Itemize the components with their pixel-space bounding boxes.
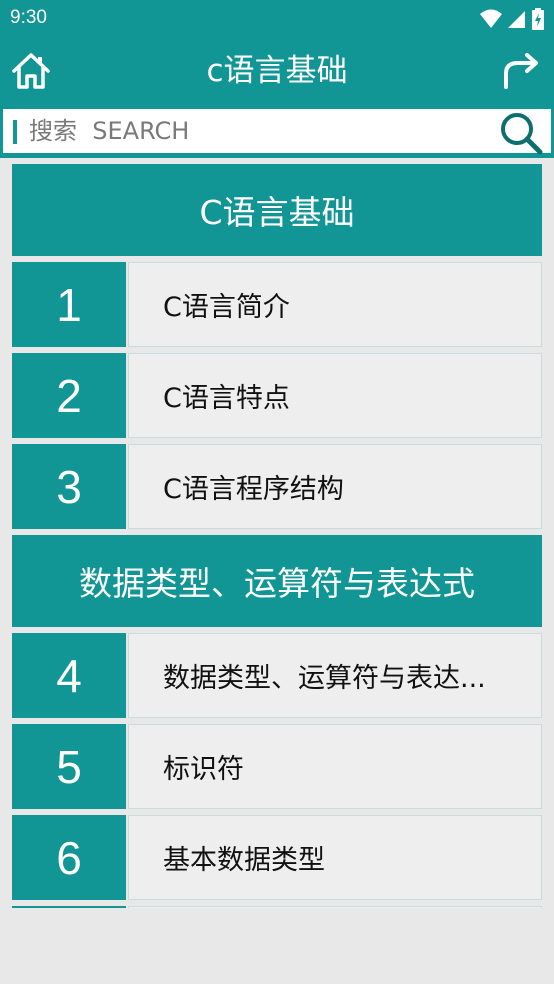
item-number-partial (12, 906, 126, 908)
list-item[interactable]: 4 数据类型、运算符与表达... (12, 633, 542, 718)
battery-icon (532, 8, 544, 30)
item-title-partial (128, 906, 542, 908)
status-time: 9:30 (10, 7, 47, 28)
search-bar (0, 104, 554, 158)
item-title: 基本数据类型 (128, 815, 542, 900)
section-header: 数据类型、运算符与表达式 (12, 535, 542, 627)
status-icons (480, 8, 544, 30)
search-button[interactable] (499, 111, 543, 155)
search-icon (501, 113, 543, 155)
item-title-text: C语言程序结构 (163, 474, 344, 505)
status-bar: 9:30 (0, 0, 554, 38)
item-title: 数据类型、运算符与表达... (128, 633, 542, 718)
item-title: C语言程序结构 (128, 444, 542, 529)
lesson-list[interactable]: C语言基础 1 C语言简介 2 C语言特点 3 C语言程序结构 数据类型、运算符… (12, 164, 542, 908)
section-header: C语言基础 (12, 164, 542, 256)
item-number: 6 (12, 815, 126, 900)
app-bar: c语言基础 (0, 38, 554, 104)
list-item[interactable]: 1 C语言简介 (12, 262, 542, 347)
item-title: C语言简介 (128, 262, 542, 347)
redo-arrow-icon (504, 53, 538, 89)
signal-icon (508, 11, 525, 28)
list-item[interactable]: 5 标识符 (12, 724, 542, 809)
item-number: 4 (12, 633, 126, 718)
share-button[interactable] (500, 51, 542, 91)
search-box[interactable] (2, 108, 552, 155)
item-title-text: C语言简介 (163, 292, 290, 323)
item-title: C语言特点 (128, 353, 542, 438)
item-title-text: 数据类型、运算符与表达... (163, 663, 486, 694)
search-cursor (13, 120, 17, 144)
item-number: 2 (12, 353, 126, 438)
item-title-text: C语言特点 (163, 383, 290, 414)
list-item[interactable]: 2 C语言特点 (12, 353, 542, 438)
list-item[interactable]: 3 C语言程序结构 (12, 444, 542, 529)
item-title: 标识符 (128, 724, 542, 809)
list-item-partial[interactable] (12, 906, 542, 908)
list-item[interactable]: 6 基本数据类型 (12, 815, 542, 900)
search-input[interactable] (29, 109, 489, 153)
wifi-icon (480, 9, 502, 28)
item-number: 1 (12, 262, 126, 347)
page-title: c语言基础 (206, 53, 348, 89)
item-number: 5 (12, 724, 126, 809)
item-title-text: 基本数据类型 (163, 845, 325, 876)
item-title-text: 标识符 (163, 754, 244, 785)
item-number: 3 (12, 444, 126, 529)
